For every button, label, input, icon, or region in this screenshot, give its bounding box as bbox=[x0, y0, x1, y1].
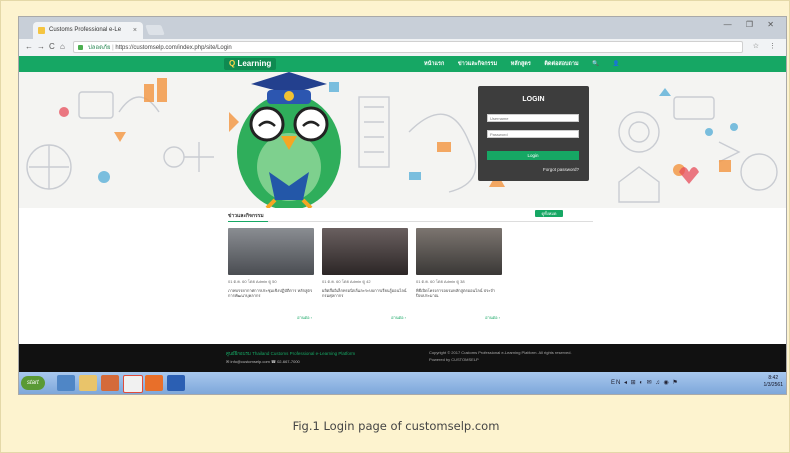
favicon-icon bbox=[38, 27, 45, 34]
news-description: ภาพบรรยากาศการประชุมเชิงปฏิบัติการ หลักส… bbox=[228, 288, 313, 298]
login-button[interactable]: Login bbox=[487, 151, 579, 160]
news-section: ข่าวและกิจกรรม ดูทั้งหมด 01 ต.ค. 60 โดย … bbox=[19, 208, 786, 344]
search-icon[interactable]: 🔍 bbox=[592, 61, 599, 67]
news-card[interactable]: 01 ต.ค. 60 โดย Admin ดู 50 ภาพบรรยากาศกา… bbox=[228, 228, 314, 320]
menu-item-courses[interactable]: หลักสูตร bbox=[511, 61, 531, 67]
close-tab-icon[interactable]: × bbox=[133, 22, 137, 39]
news-photo[interactable] bbox=[228, 228, 314, 275]
start-button[interactable]: start bbox=[21, 376, 45, 390]
word-icon[interactable] bbox=[167, 375, 185, 391]
news-section-title: ข่าวและกิจกรรม bbox=[228, 213, 264, 219]
login-panel: LOGIN Login Forgot password? bbox=[478, 86, 589, 181]
folder-icon[interactable] bbox=[79, 375, 97, 391]
footer-copyright: Copyright © 2017 Customs Professional e-… bbox=[429, 350, 572, 355]
site-logo[interactable]: Q Learning bbox=[224, 58, 277, 70]
security-label: ปลอดภัย bbox=[88, 45, 111, 51]
login-title: LOGIN bbox=[522, 96, 545, 103]
footer-title: ศูนย์ฝึกอบรม Thailand Customs Profession… bbox=[226, 351, 356, 356]
read-more-link[interactable]: อ่านต่อ › bbox=[485, 314, 500, 321]
menu-item-contact[interactable]: ติดต่อสอบถาม bbox=[544, 61, 578, 67]
bookmark-menu-icons[interactable]: ☆ ⋮ bbox=[753, 42, 780, 50]
news-card[interactable]: 01 ต.ค. 60 โดย Admin ดู 38 พิธีเปิดโครงก… bbox=[416, 228, 502, 320]
chrome-icon[interactable] bbox=[123, 375, 143, 393]
news-meta: 01 ต.ค. 60 โดย Admin ดู 50 bbox=[228, 279, 277, 284]
reload-icon[interactable]: C bbox=[49, 42, 55, 51]
address-bar-row: ← → C ⌂ ปลอดภัย | https://customselp.com… bbox=[19, 39, 786, 57]
back-icon[interactable]: ← bbox=[25, 42, 33, 51]
lock-icon bbox=[78, 45, 83, 50]
footer-powered: Powered by CUSTOMSELP bbox=[429, 357, 479, 362]
hero-banner: LOGIN Login Forgot password? bbox=[19, 72, 786, 208]
news-photo[interactable] bbox=[416, 228, 502, 275]
home-icon[interactable]: ⌂ bbox=[60, 42, 65, 51]
news-description: พิธีเปิดโครงการอบรมหลักสูตรออนไลน์ ประจำ… bbox=[416, 288, 496, 298]
footer-contact: ✉ info@customselp.com ☎ 02-667-7000 bbox=[226, 359, 300, 364]
read-more-link[interactable]: อ่านต่อ › bbox=[297, 314, 312, 321]
firefox-icon[interactable] bbox=[145, 375, 163, 391]
tab-title: Customs Professional e-Le bbox=[49, 27, 122, 33]
forgot-password-link[interactable]: Forgot password? bbox=[543, 167, 579, 172]
read-more-link[interactable]: อ่านต่อ › bbox=[391, 314, 406, 321]
clock-date: 1/3/2561 bbox=[763, 382, 783, 388]
menu-item-home[interactable]: หน้าแรก bbox=[424, 61, 444, 67]
view-all-button[interactable]: ดูทั้งหมด bbox=[535, 210, 563, 217]
site-menu: หน้าแรก ข่าวและกิจกรรม หลักสูตร ติดต่อสอ… bbox=[424, 56, 631, 72]
news-meta: 01 ต.ค. 60 โดย Admin ดู 38 bbox=[416, 279, 465, 284]
news-card[interactable]: 01 ต.ค. 60 โดย Admin ดู 42 ผลิตสื่ออิเล็… bbox=[322, 228, 408, 320]
browser-tab[interactable]: Customs Professional e-Le × bbox=[33, 22, 143, 39]
new-tab-button[interactable] bbox=[145, 25, 165, 35]
media-icon[interactable] bbox=[101, 375, 119, 391]
figure-caption: Fig.1 Login page of customselp.com bbox=[292, 419, 500, 433]
news-meta: 01 ต.ค. 60 โดย Admin ดู 42 bbox=[322, 279, 371, 284]
site-navbar: Q Learning หน้าแรก ข่าวและกิจกรรม หลักสู… bbox=[19, 56, 786, 72]
owl-mascot-illustration bbox=[237, 72, 341, 208]
logo-q: Q bbox=[229, 59, 236, 68]
url-text: https://customselp.com/index.php/site/Lo… bbox=[115, 45, 232, 51]
section-divider bbox=[228, 221, 593, 222]
user-icon[interactable]: 👤 bbox=[613, 61, 620, 67]
windows-taskbar: start EN ◂ ⊞ ◐ ✉ ♫ ◉ ⚑ 8:42 1/3/2561 bbox=[19, 372, 786, 394]
figure-frame: Customs Professional e-Le × — ❐ ✕ ← → C … bbox=[0, 0, 790, 453]
forward-icon[interactable]: → bbox=[37, 42, 45, 51]
news-description: ผลิตสื่ออิเล็กทรอนิกส์และระบบการเรียนรู้… bbox=[322, 288, 407, 298]
site-footer: ศูนย์ฝึกอบรม Thailand Customs Profession… bbox=[19, 344, 786, 372]
news-photo[interactable] bbox=[322, 228, 408, 275]
taskbar-clock[interactable]: 8:42 1/3/2561 bbox=[764, 375, 783, 389]
username-input[interactable] bbox=[487, 114, 579, 122]
menu-item-news[interactable]: ข่าวและกิจกรรม bbox=[458, 61, 497, 67]
password-input[interactable] bbox=[487, 130, 579, 138]
url-input[interactable]: ปลอดภัย | https://customselp.com/index.p… bbox=[73, 41, 743, 53]
clock-time: 8:42 bbox=[768, 375, 779, 381]
system-tray[interactable]: EN ◂ ⊞ ◐ ✉ ♫ ◉ ⚑ bbox=[611, 376, 764, 390]
logo-text: Learning bbox=[237, 59, 272, 68]
browser-tabstrip: Customs Professional e-Le × — ❐ ✕ bbox=[19, 17, 786, 39]
ie-icon[interactable] bbox=[57, 375, 75, 391]
screenshot: Customs Professional e-Le × — ❐ ✕ ← → C … bbox=[18, 16, 787, 395]
window-controls[interactable]: — ❐ ✕ bbox=[724, 20, 780, 29]
hero-doodle-illustration bbox=[26, 72, 778, 208]
